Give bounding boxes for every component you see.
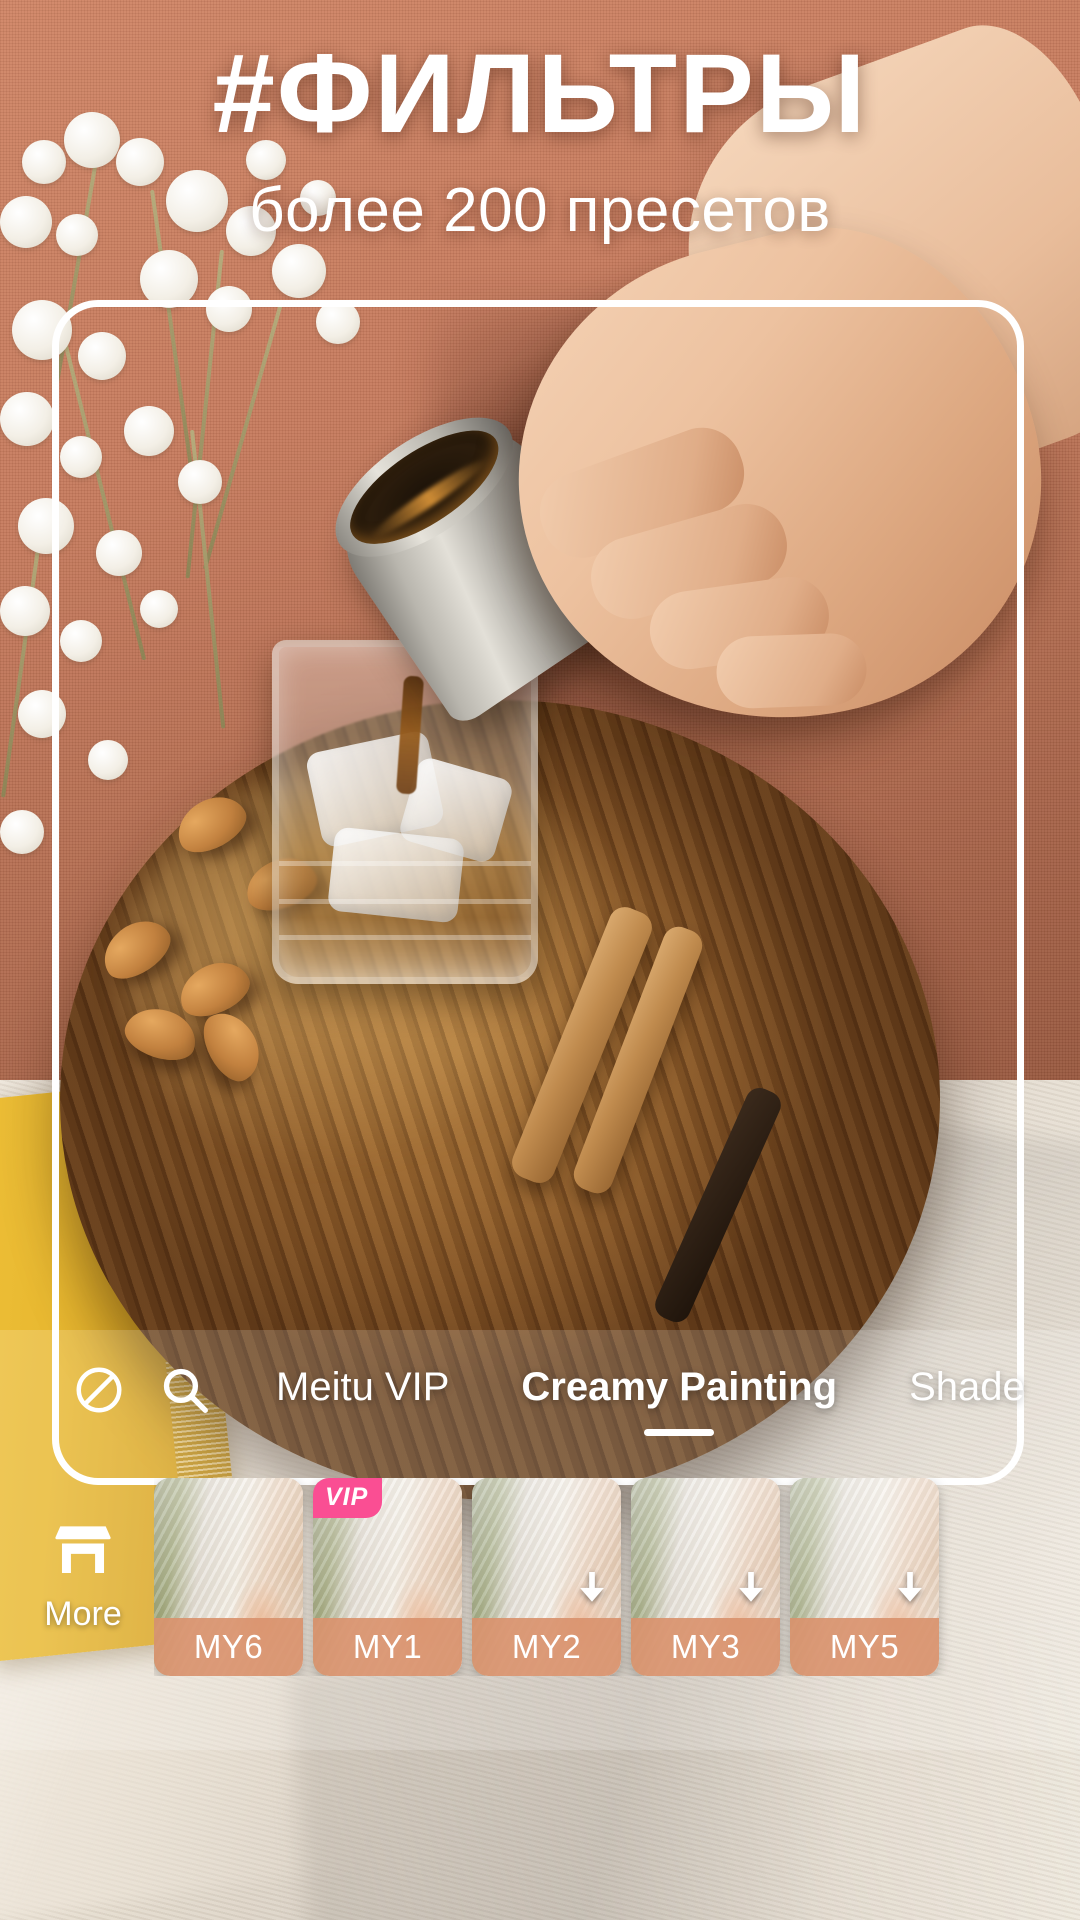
no-filter-icon — [72, 1363, 126, 1417]
category-tab-list[interactable]: Meitu VIP Creamy Painting Shade — [276, 1330, 1080, 1450]
ice-cube — [326, 826, 466, 924]
filter-thumbnails[interactable]: MY6 VIP MY1 MY2 MY3 MY5 — [154, 1478, 1080, 1676]
filter-thumbnail[interactable]: MY5 — [790, 1478, 939, 1676]
vip-badge: VIP — [313, 1478, 383, 1518]
no-filter-button[interactable] — [56, 1330, 142, 1450]
filter-panel: Meitu VIP Creamy Painting Shade More MY6… — [0, 1330, 1080, 1750]
filter-thumbnail[interactable]: MY3 — [631, 1478, 780, 1676]
more-store-button[interactable]: More — [12, 1478, 154, 1678]
filter-name-label: MY5 — [790, 1618, 939, 1676]
filter-name-label: MY2 — [472, 1618, 621, 1676]
store-icon — [54, 1523, 112, 1577]
more-label: More — [44, 1594, 122, 1633]
tab-creamy-painting[interactable]: Creamy Painting — [521, 1365, 837, 1416]
filter-thumbnail-row: More MY6 VIP MY1 MY2 MY3 MY5 — [0, 1478, 1080, 1698]
filter-name-label: MY3 — [631, 1618, 780, 1676]
filter-name-label: MY6 — [154, 1618, 303, 1676]
promo-screen: #ФИЛЬТРЫ более 200 пресетов Meitu VIP Cr… — [0, 0, 1080, 1920]
download-icon[interactable] — [895, 1572, 925, 1606]
page-subtitle: более 200 пресетов — [249, 176, 831, 245]
tab-shade[interactable]: Shade — [909, 1365, 1025, 1416]
filter-thumbnail[interactable]: MY2 — [472, 1478, 621, 1676]
download-icon[interactable] — [736, 1572, 766, 1606]
search-icon — [158, 1363, 212, 1417]
filter-thumbnail[interactable]: VIP MY1 — [313, 1478, 462, 1676]
page-title: #ФИЛЬТРЫ — [212, 31, 868, 156]
download-icon[interactable] — [577, 1572, 607, 1606]
tab-meitu-vip[interactable]: Meitu VIP — [276, 1365, 449, 1416]
filter-thumbnail[interactable]: MY6 — [154, 1478, 303, 1676]
filter-tabs-row: Meitu VIP Creamy Painting Shade — [0, 1330, 1080, 1450]
search-button[interactable] — [142, 1330, 228, 1450]
filter-name-label: MY1 — [313, 1618, 462, 1676]
